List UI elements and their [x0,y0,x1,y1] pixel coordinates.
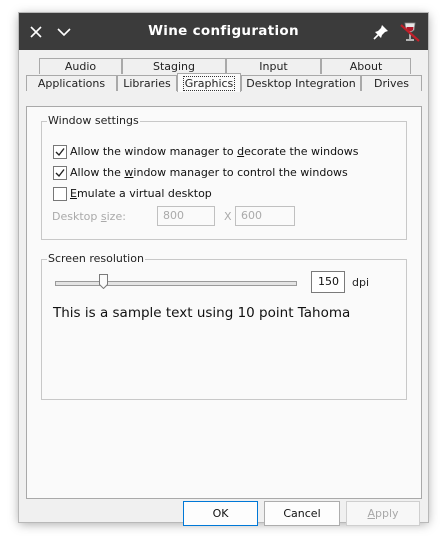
tab-input[interactable]: Input [226,58,321,74]
dpi-slider-track[interactable] [55,281,297,286]
tab-libraries[interactable]: Libraries [117,75,177,91]
control-windows-label: Allow the window manager to control the … [70,166,348,179]
virtual-desktop-label: Emulate a virtual desktop [70,187,212,200]
apply-button[interactable]: Apply [346,501,420,526]
window-settings-title: Window settings [47,114,140,127]
cancel-button[interactable]: Cancel [264,501,340,526]
tab-desktop-integration[interactable]: Desktop Integration [241,75,361,91]
desktop-width-input[interactable]: 800 [157,206,215,226]
check-icon [55,148,65,157]
dpi-slider-thumb[interactable] [99,274,109,289]
ok-button[interactable]: OK [183,501,258,526]
dialog-body: Audio Staging Input About Applications L… [19,50,428,526]
screen-resolution-title: Screen resolution [47,252,145,265]
tab-applications[interactable]: Applications [26,75,117,91]
desktop-height-input[interactable]: 600 [235,206,295,226]
window-settings-group: Window settings Allow the window manager… [41,114,407,240]
tab-about[interactable]: About [321,58,411,74]
tab-graphics[interactable]: Graphics [177,73,241,92]
desktop-size-label: Desktop size: [52,210,126,223]
title-bar: Wine configuration [19,13,428,50]
graphics-tab-panel: Window settings Allow the window manager… [26,106,422,499]
checkbox-box[interactable] [53,187,67,201]
screen-resolution-group: Screen resolution 150 dpi This is a samp… [41,252,407,400]
window-title: Wine configuration [148,23,299,39]
wine-config-window: Wine configuration Audio Staging Input A… [19,13,428,526]
checkbox-box[interactable] [53,145,67,159]
check-icon [55,169,65,178]
tab-audio[interactable]: Audio [39,58,122,74]
wine-glass-icon [397,19,423,45]
tab-staging[interactable]: Staging [122,58,226,74]
dpi-input[interactable]: 150 [311,271,345,293]
decorate-windows-label: Allow the window manager to decorate the… [70,145,359,158]
size-separator: X [224,210,232,223]
dpi-unit-label: dpi [352,276,370,289]
tab-drives[interactable]: Drives [361,75,422,91]
pin-icon[interactable] [370,21,392,43]
sample-text: This is a sample text using 10 point Tah… [53,305,351,321]
checkbox-box[interactable] [53,166,67,180]
